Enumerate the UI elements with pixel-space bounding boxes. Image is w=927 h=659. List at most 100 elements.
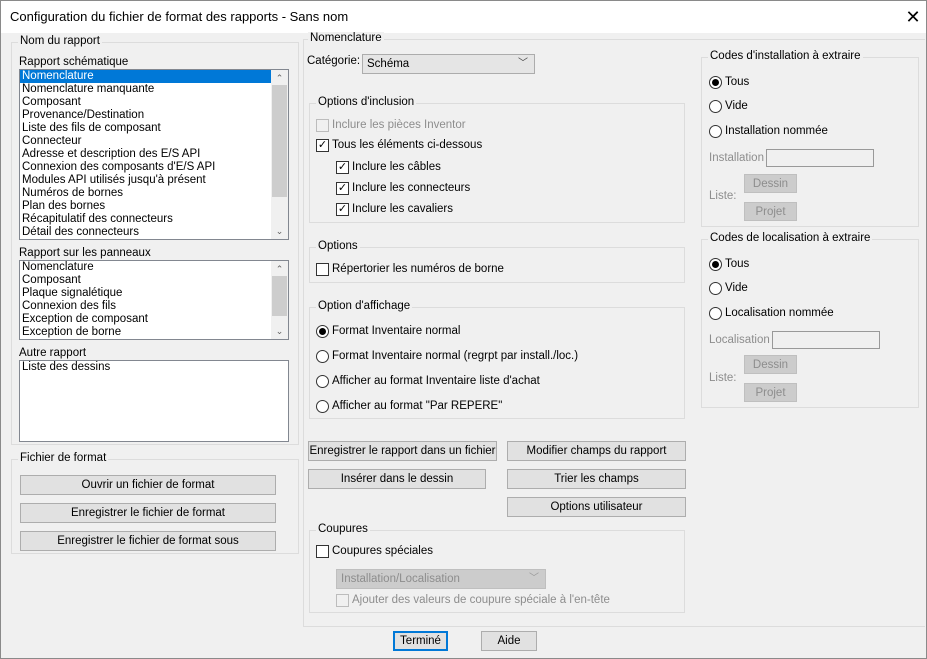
close-icon[interactable]: ✕ [901, 5, 925, 29]
list-item[interactable]: Modules API utilisés jusqu'à présent [20, 174, 288, 187]
cables-checkbox[interactable]: ✓ [336, 161, 349, 174]
install-empty-radio[interactable] [709, 100, 722, 113]
done-button[interactable]: Terminé [393, 631, 448, 651]
category-select[interactable]: Schéma ﹀ [362, 54, 535, 74]
jumpers-label: Inclure les cavaliers [352, 203, 453, 215]
group-title: Coupures [316, 523, 370, 535]
other-report-list[interactable]: Liste des dessins [19, 360, 289, 442]
list-item[interactable]: Composant [20, 96, 288, 109]
all-items-label: Tous les éléments ci-dessous [332, 139, 483, 151]
inventor-checkbox[interactable] [316, 119, 329, 132]
display-radio-purchase[interactable] [316, 375, 329, 388]
install-named-label: Installation nommée [725, 125, 828, 137]
list-item[interactable]: Connexion des composants d'E/S API [20, 161, 288, 174]
list-item[interactable]: Numéros de bornes [20, 187, 288, 200]
location-all-label: Tous [725, 258, 750, 270]
location-empty-label: Vide [725, 282, 748, 294]
list-item[interactable]: Plaque signalétique [20, 287, 288, 300]
list-item[interactable]: Composant [20, 274, 288, 287]
save-format-button[interactable]: Enregistrer le fichier de format [20, 503, 276, 523]
list-terminals-checkbox[interactable] [316, 263, 329, 276]
group-title: Nom du rapport [18, 35, 102, 47]
jumpers-checkbox[interactable]: ✓ [336, 203, 349, 216]
install-drawing-button[interactable]: Dessin [744, 174, 797, 193]
inventor-label: Inclure les pièces Inventor [332, 119, 466, 131]
add-header-label: Ajouter des valeurs de coupure spéciale … [352, 594, 610, 606]
display-label: Afficher au format Inventaire liste d'ac… [332, 375, 540, 387]
special-breaks-checkbox[interactable] [316, 545, 329, 558]
list-item[interactable]: Liste des dessins [20, 361, 288, 374]
location-named-radio[interactable] [709, 307, 722, 320]
list-item[interactable]: Connecteur [20, 135, 288, 148]
user-options-button[interactable]: Options utilisateur [507, 497, 686, 517]
connectors-checkbox[interactable]: ✓ [336, 182, 349, 195]
display-radio-normal[interactable] [316, 325, 329, 338]
install-all-radio[interactable] [709, 76, 722, 89]
open-format-button[interactable]: Ouvrir un fichier de format [20, 475, 276, 495]
list-item[interactable]: Liste des fils de composant [20, 122, 288, 135]
list-item[interactable]: Plan des bornes [20, 200, 288, 213]
scrollbar[interactable]: ⌃ ⌄ [271, 70, 288, 239]
group-title: Fichier de format [18, 452, 109, 464]
location-field-label: Localisation [709, 334, 770, 346]
list-item[interactable]: Nomenclature manquante [20, 83, 288, 96]
panel-label: Rapport sur les panneaux [19, 247, 151, 259]
scroll-up-icon[interactable]: ⌃ [271, 262, 288, 276]
scrollbar[interactable]: ⌃ ⌄ [271, 261, 288, 339]
install-project-button[interactable]: Projet [744, 202, 797, 221]
panel-report-list[interactable]: Nomenclature Composant Plaque signalétique… [19, 260, 289, 340]
help-button[interactable]: Aide [481, 631, 537, 651]
list-item[interactable]: Provenance/Destination [20, 109, 288, 122]
chevron-down-icon: ﹀ [529, 573, 539, 584]
add-header-checkbox[interactable] [336, 594, 349, 607]
location-drawing-button[interactable]: Dessin [744, 355, 797, 374]
location-list-label: Liste: [709, 372, 737, 384]
schematic-label: Rapport schématique [19, 56, 129, 68]
modify-fields-button[interactable]: Modifier champs du rapport [507, 441, 686, 461]
location-input[interactable] [772, 331, 880, 349]
scroll-down-icon[interactable]: ⌄ [271, 324, 288, 338]
chevron-down-icon: ﹀ [518, 58, 528, 69]
list-item[interactable]: Exception de composant [20, 313, 288, 326]
connectors-label: Inclure les connecteurs [352, 182, 471, 194]
schematic-report-list[interactable]: Nomenclature Nomenclature manquante Compos… [19, 69, 289, 240]
group-title: Options [316, 240, 360, 252]
list-item[interactable]: Récapitulatif des connecteurs [20, 213, 288, 226]
window-title: Configuration du fichier de format des r… [10, 9, 349, 24]
location-empty-radio[interactable] [709, 282, 722, 295]
list-item[interactable]: Exception de borne [20, 326, 288, 339]
category-value: Schéma [367, 58, 410, 70]
breaks-value: Installation/Localisation [341, 573, 460, 585]
display-radio-grouped[interactable] [316, 350, 329, 363]
install-list-label: Liste: [709, 190, 737, 202]
scroll-up-icon[interactable]: ⌃ [271, 71, 288, 85]
special-breaks-label: Coupures spéciales [332, 545, 434, 557]
other-label: Autre rapport [19, 347, 87, 359]
location-all-radio[interactable] [709, 258, 722, 271]
sort-fields-button[interactable]: Trier les champs [507, 469, 686, 489]
list-item[interactable]: Adresse et description des E/S API [20, 148, 288, 161]
scroll-thumb[interactable] [272, 85, 287, 197]
list-terminals-label: Répertorier les numéros de borne [332, 263, 504, 275]
list-item[interactable]: Connexion des fils [20, 300, 288, 313]
scroll-down-icon[interactable]: ⌄ [271, 224, 288, 238]
list-item[interactable]: Détail des connecteurs [20, 226, 288, 239]
list-item[interactable]: Nomenclature [20, 261, 288, 274]
display-label: Afficher au format "Par REPERE" [332, 400, 503, 412]
install-all-label: Tous [725, 76, 750, 88]
category-label: Catégorie: [307, 55, 361, 67]
all-items-checkbox[interactable]: ✓ [316, 139, 329, 152]
breaks-select[interactable]: Installation/Localisation ﹀ [336, 569, 546, 589]
install-empty-label: Vide [725, 100, 748, 112]
location-project-button[interactable]: Projet [744, 383, 797, 402]
display-radio-tag[interactable] [316, 400, 329, 413]
scroll-thumb[interactable] [272, 276, 287, 316]
insert-drawing-button[interactable]: Insérer dans le dessin [308, 469, 486, 489]
save-report-button[interactable]: Enregistrer le rapport dans un fichier [308, 441, 497, 461]
group-title: Codes d'installation à extraire [708, 50, 863, 62]
installation-field-label: Installation [709, 152, 764, 164]
save-format-as-button[interactable]: Enregistrer le fichier de format sous [20, 531, 276, 551]
list-item[interactable]: Nomenclature [20, 70, 271, 83]
install-named-radio[interactable] [709, 125, 722, 138]
installation-input[interactable] [766, 149, 874, 167]
